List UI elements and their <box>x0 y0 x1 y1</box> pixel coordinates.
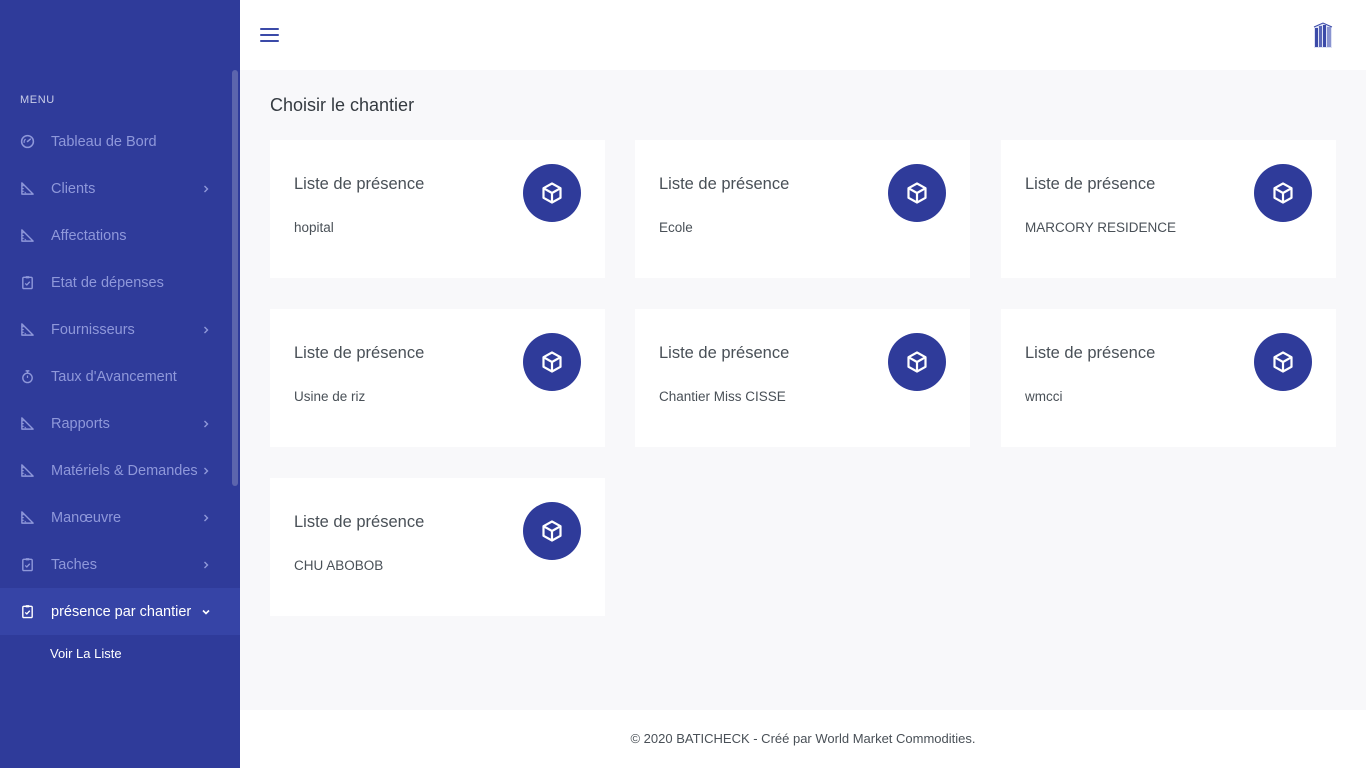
sidebar-item-label: Fournisseurs <box>51 321 135 338</box>
site-card-wmcci[interactable]: Liste de présence wmcci <box>1001 309 1336 447</box>
cube-icon <box>523 333 581 391</box>
ruler-icon <box>20 322 35 337</box>
chevron-right-icon <box>202 306 210 353</box>
chevron-right-icon <box>202 165 210 212</box>
sidebar-item-label: Manœuvre <box>51 509 122 526</box>
chevron-down-icon <box>202 588 210 635</box>
timer-icon <box>20 369 35 384</box>
sidebar-item-clients[interactable]: Clients <box>0 165 240 212</box>
card-title: Liste de présence <box>294 344 425 362</box>
card-site-name: wmcci <box>1025 389 1063 404</box>
ruler-icon <box>20 416 35 431</box>
app-logo[interactable] <box>1312 20 1334 50</box>
card-title: Liste de présence <box>1025 344 1156 362</box>
topbar <box>240 0 1366 70</box>
sidebar-item-label: Taches <box>51 556 97 573</box>
sidebar-item-label: Clients <box>51 180 96 197</box>
sidebar-nav: Tableau de Bord Clients Affectations Eta… <box>0 118 240 671</box>
site-card-chantier-miss-cisse[interactable]: Liste de présence Chantier Miss CISSE <box>635 309 970 447</box>
card-title: Liste de présence <box>294 513 425 531</box>
card-site-name: Chantier Miss CISSE <box>659 389 786 404</box>
clipboard-icon <box>20 275 35 290</box>
sidebar-item-label: Matériels & Demandes <box>51 462 198 479</box>
site-card-chu-abobob[interactable]: Liste de présence CHU ABOBOB <box>270 478 605 616</box>
sidebar-item-label: Taux d'Avancement <box>51 368 177 385</box>
submenu-item-voir-la-liste[interactable]: Voir La Liste <box>0 635 240 671</box>
site-card-hopital[interactable]: Liste de présence hopital <box>270 140 605 278</box>
card-title: Liste de présence <box>294 175 425 193</box>
site-card-usine-de-riz[interactable]: Liste de présence Usine de riz <box>270 309 605 447</box>
cube-icon <box>888 333 946 391</box>
card-site-name: Usine de riz <box>294 389 366 404</box>
footer-copyright: © 2020 BATICHECK - Créé par World Market… <box>630 731 976 746</box>
sidebar-item-label: Rapports <box>51 415 110 432</box>
sidebar-scrollbar[interactable] <box>232 70 238 486</box>
sidebar-item-presence-par-chantier[interactable]: présence par chantier <box>0 588 240 635</box>
footer: © 2020 BATICHECK - Créé par World Market… <box>240 710 1366 768</box>
cube-icon <box>1254 164 1312 222</box>
page-title: Choisir le chantier <box>270 95 415 115</box>
cube-icon <box>523 502 581 560</box>
sidebar-item-label: présence par chantier <box>51 603 192 620</box>
cube-icon <box>888 164 946 222</box>
chevron-right-icon <box>202 447 210 494</box>
cube-icon <box>1254 333 1312 391</box>
card-site-name: Ecole <box>659 220 693 235</box>
sidebar-item-label: Tableau de Bord <box>51 133 157 150</box>
card-site-name: CHU ABOBOB <box>294 558 384 573</box>
sidebar-item-fournisseurs[interactable]: Fournisseurs <box>0 306 240 353</box>
clipboard-icon <box>20 604 35 619</box>
chevron-right-icon <box>202 494 210 541</box>
ruler-icon <box>20 228 35 243</box>
sidebar-item-materiels-demandes[interactable]: Matériels & Demandes <box>0 447 240 494</box>
dashboard-icon <box>20 134 35 149</box>
sidebar-item-tableau-de-bord[interactable]: Tableau de Bord <box>0 118 240 165</box>
chevron-right-icon <box>202 541 210 588</box>
card-title: Liste de présence <box>659 175 790 193</box>
sidebar-item-label: Affectations <box>51 227 127 244</box>
sidebar-item-rapports[interactable]: Rapports <box>0 400 240 447</box>
sidebar-item-manoeuvre[interactable]: Manœuvre <box>0 494 240 541</box>
ruler-icon <box>20 510 35 525</box>
sidebar-item-etat-de-depenses[interactable]: Etat de dépenses <box>0 259 240 306</box>
site-card-ecole[interactable]: Liste de présence Ecole <box>635 140 970 278</box>
menu-title: MENU <box>20 94 55 106</box>
card-site-name: MARCORY RESIDENCE <box>1025 220 1177 235</box>
sidebar-item-affectations[interactable]: Affectations <box>0 212 240 259</box>
menu-toggle-icon[interactable] <box>260 27 280 43</box>
clipboard-icon <box>20 557 35 572</box>
card-title: Liste de présence <box>1025 175 1156 193</box>
chevron-right-icon <box>202 400 210 447</box>
card-title: Liste de présence <box>659 344 790 362</box>
card-site-name: hopital <box>294 220 334 235</box>
site-card-marcory-residence[interactable]: Liste de présence MARCORY RESIDENCE <box>1001 140 1336 278</box>
sidebar-item-taux-d-avancement[interactable]: Taux d'Avancement <box>0 353 240 400</box>
cube-icon <box>523 164 581 222</box>
sidebar-item-taches[interactable]: Taches <box>0 541 240 588</box>
ruler-icon <box>20 463 35 478</box>
ruler-icon <box>20 181 35 196</box>
sidebar: MENU Tableau de Bord Clients Affectation… <box>0 0 240 768</box>
sidebar-item-label: Etat de dépenses <box>51 274 164 291</box>
